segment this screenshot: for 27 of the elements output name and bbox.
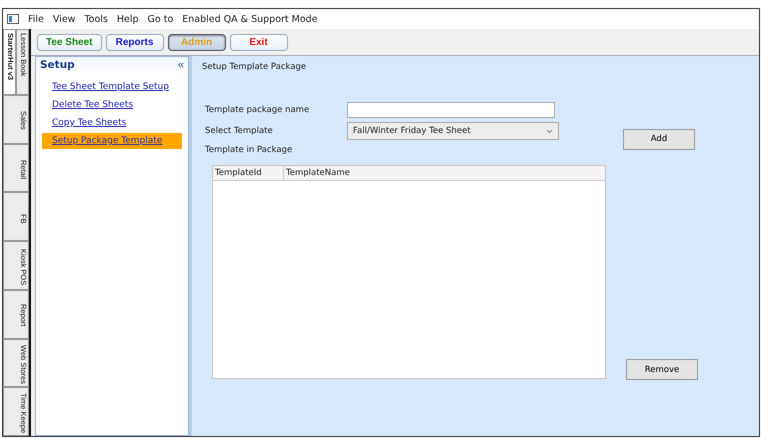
toolbar-button[interactable]: Reports	[106, 34, 164, 50]
menu-item[interactable]: Help	[116, 14, 139, 24]
input-field[interactable]	[347, 102, 555, 118]
field-label: Template package name	[205, 105, 310, 115]
field-label: Select Template	[205, 126, 274, 136]
sidebar-link[interactable]: Setup Package Template	[42, 133, 182, 149]
menu-item[interactable]: Enabled QA & Support Mode	[182, 14, 318, 24]
collapse-button[interactable]: «	[178, 59, 184, 71]
menu-item[interactable]: Go to	[148, 14, 174, 24]
app-icon	[7, 14, 19, 24]
field-label: Template in Package	[205, 145, 294, 155]
chevron-down-icon	[546, 128, 553, 134]
add-button[interactable]: Add	[623, 128, 695, 150]
page-title: Setup Template Package	[202, 62, 308, 72]
menu-item[interactable]: View	[52, 14, 76, 24]
remove-button[interactable]: Remove	[626, 359, 698, 380]
menu-item[interactable]: Tools	[84, 14, 108, 24]
template-dropdown[interactable]: Fall/Winter Friday Tee Sheet	[347, 122, 559, 140]
toolbar-button[interactable]: Exit	[230, 34, 288, 50]
column-header[interactable]: TemplateId	[213, 166, 284, 180]
sidebar-title: Setup	[40, 59, 75, 71]
sidebar-link[interactable]: Tee Sheet Template Setup	[42, 79, 182, 95]
column-header[interactable]: TemplateName	[284, 166, 350, 180]
toolbar-button[interactable]: Tee Sheet	[37, 34, 102, 50]
menu-item[interactable]: File	[28, 14, 44, 24]
sidebar-link[interactable]: Copy Tee Sheets	[42, 115, 182, 131]
sidebar-link[interactable]: Delete Tee Sheets	[42, 97, 182, 113]
